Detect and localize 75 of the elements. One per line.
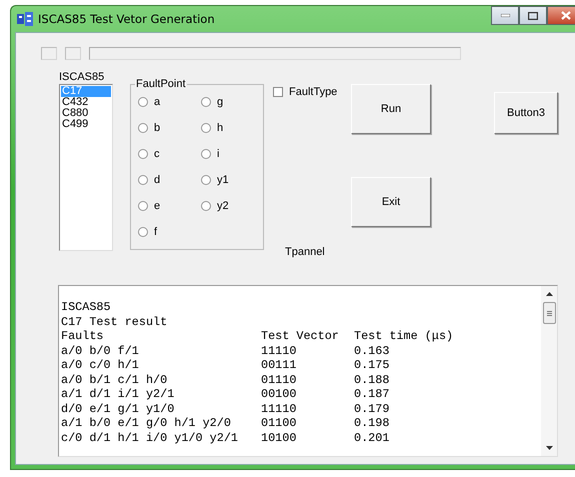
radio-button[interactable] [138, 149, 148, 159]
radio-label: h [217, 122, 224, 134]
close-icon [561, 11, 571, 20]
vector-cell: 01100 [261, 416, 296, 430]
minimize-icon [500, 14, 510, 17]
radio-button[interactable] [138, 227, 148, 237]
window-title: ISCAS85 Test Vetor Generation [38, 12, 215, 26]
column-header: Test Vector [261, 329, 339, 343]
minimize-button[interactable] [491, 6, 519, 25]
vector-cell: 11110 [261, 402, 296, 416]
scroll-up-icon[interactable] [546, 292, 552, 296]
radio-label: b [154, 122, 160, 134]
time-cell: 0.198 [354, 416, 390, 430]
radio-button[interactable] [138, 175, 148, 185]
scrollbar[interactable] [541, 286, 557, 456]
small-panel [65, 47, 81, 60]
radio-label: e [154, 200, 160, 212]
panel-label: Tpannel [285, 246, 326, 258]
vector-cell: 10100 [261, 430, 296, 444]
list-item[interactable]: C499 [61, 119, 111, 130]
time-cell: 0.179 [354, 402, 390, 416]
radio-label: g [217, 96, 224, 108]
radio-button[interactable] [201, 123, 211, 133]
radio-button[interactable] [201, 149, 211, 159]
vector-cell: 00100 [261, 387, 296, 401]
circuit-list[interactable]: C17 C432 C880 C499 [59, 84, 113, 251]
vector-cell: 11110 [261, 344, 296, 358]
time-cell: 0.175 [354, 358, 390, 372]
faults-cell: a/0 c/0 h/1 [61, 358, 139, 372]
column-header: Faults [61, 329, 104, 343]
radio-button[interactable] [138, 201, 148, 211]
faults-cell: a/1 b/0 e/1 g/0 h/1 y2/0 [61, 416, 231, 430]
faults-cell: c/0 d/1 h/1 i/0 y1/0 y2/1 [61, 430, 238, 444]
checkbox[interactable] [273, 87, 283, 97]
close-button[interactable] [547, 6, 575, 25]
list-item[interactable]: C880 [61, 108, 111, 119]
radio-label: y2 [217, 200, 229, 212]
faults-cell: a/1 d/1 i/1 y2/1 [61, 387, 174, 401]
radio-button[interactable] [201, 201, 211, 211]
scroll-down-icon[interactable] [546, 446, 552, 450]
vector-cell: 00111 [261, 358, 296, 372]
faults-cell: d/0 e/1 g/1 y1/0 [61, 402, 174, 416]
list-item[interactable]: C432 [61, 97, 111, 108]
radio-label: c [154, 148, 160, 160]
radio-label: i [217, 148, 220, 160]
time-cell: 0.163 [354, 344, 390, 358]
maximize-button[interactable] [519, 6, 547, 25]
vector-cell: 01110 [261, 372, 296, 386]
output-line: ISCAS85 [61, 300, 112, 314]
app-icon [17, 12, 33, 26]
radio-label: a [154, 96, 160, 108]
output-text-area[interactable] [58, 285, 558, 457]
small-panel [41, 47, 57, 60]
checkbox-label: FaultType [289, 86, 338, 98]
button3[interactable]: Button3 [494, 92, 558, 134]
run-button[interactable]: Run [351, 84, 431, 134]
column-header: Test time (μs) [354, 329, 454, 343]
time-cell: 0.188 [354, 372, 390, 387]
time-cell: 0.201 [354, 430, 390, 445]
radio-label: y1 [217, 174, 229, 186]
radio-button[interactable] [138, 123, 148, 133]
radio-label: d [154, 174, 160, 186]
faults-cell: a/0 b/0 f/1 [61, 344, 139, 358]
radio-button[interactable] [138, 97, 148, 107]
list-label: ISCAS85 [59, 70, 106, 84]
output-line: C17 Test result [61, 314, 168, 329]
group-title: FaultPoint [135, 78, 187, 90]
radio-button[interactable] [201, 175, 211, 185]
radio-label: f [154, 226, 158, 238]
time-cell: 0.187 [354, 387, 390, 402]
radio-button[interactable] [201, 97, 211, 107]
maximize-icon [528, 12, 538, 20]
scroll-thumb[interactable] [542, 302, 556, 324]
faults-cell: a/0 b/1 c/1 h/0 [61, 372, 168, 386]
exit-button[interactable]: Exit [351, 177, 431, 227]
